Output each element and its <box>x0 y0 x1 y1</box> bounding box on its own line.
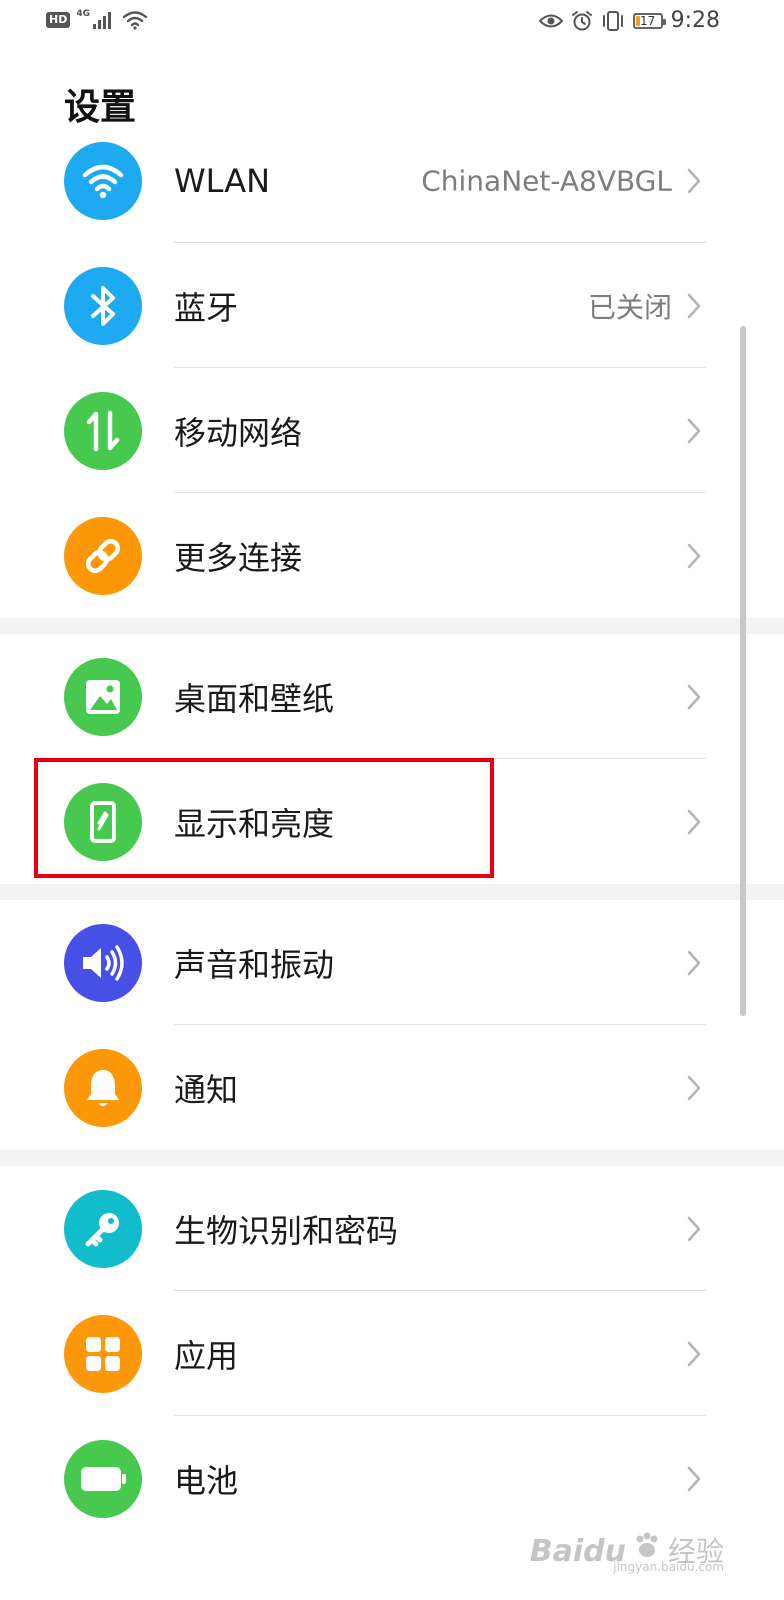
settings-row-label: 生物识别和密码 <box>174 1211 399 1250</box>
group-separator <box>0 1150 784 1166</box>
chevron-right-icon <box>686 949 702 981</box>
settings-row-display[interactable]: 显示和亮度 <box>0 759 784 884</box>
eye-comfort-icon <box>538 14 563 27</box>
apps-icon <box>64 1314 142 1393</box>
wifi-icon <box>64 141 142 220</box>
settings-row-mobile-data[interactable]: 移动网络 <box>0 368 784 493</box>
chevron-right-icon <box>686 1074 702 1106</box>
settings-list: WLAN ChinaNet-A8VBGL 蓝牙 已关闭移动网络更多连接桌面和壁纸显示和… <box>0 118 784 1541</box>
status-left: HD 4G <box>46 9 148 30</box>
watermark-url: jingyan.baidu.com <box>613 1560 724 1574</box>
settings-row-key[interactable]: 生物识别和密码 <box>0 1166 784 1291</box>
group-separator <box>0 884 784 900</box>
key-icon <box>64 1189 142 1268</box>
hd-badge: HD <box>46 12 71 28</box>
paw-icon <box>636 1532 658 1557</box>
settings-row-wallpaper[interactable]: 桌面和壁纸 <box>0 634 784 759</box>
settings-row-label: 蓝牙 <box>174 288 239 327</box>
chevron-right-icon <box>686 808 702 840</box>
watermark: Baidu 经验 jingyan.baidu.com <box>529 1530 724 1574</box>
settings-row-label: 更多连接 <box>174 538 303 577</box>
wallpaper-icon <box>64 657 142 736</box>
settings-row-value: ChinaNet-A8VBGL <box>421 164 672 197</box>
network-type: 4G <box>76 9 90 19</box>
display-icon <box>64 782 142 861</box>
chevron-right-icon <box>686 292 702 324</box>
group-separator <box>0 618 784 634</box>
alarm-icon <box>571 10 592 30</box>
mobile-data-icon <box>64 391 142 470</box>
settings-row-apps[interactable]: 应用 <box>0 1291 784 1416</box>
chevron-right-icon <box>686 542 702 574</box>
status-bar: HD 4G 17 9:28 <box>0 0 784 48</box>
bluetooth-icon <box>64 266 142 345</box>
battery-indicator: 17 <box>632 12 666 29</box>
signal-icon <box>93 12 111 29</box>
settings-row-label: 电池 <box>174 1461 239 1500</box>
chevron-right-icon <box>686 167 702 199</box>
settings-row-label: 声音和振动 <box>174 945 335 984</box>
link-icon <box>64 516 142 595</box>
bell-icon <box>64 1048 142 1127</box>
scrollbar[interactable] <box>740 326 746 1016</box>
settings-row-label: 移动网络 <box>174 413 303 452</box>
sound-icon <box>64 923 142 1002</box>
battery-icon <box>64 1439 142 1518</box>
settings-row-value: 已关闭 <box>587 290 672 324</box>
settings-row-link[interactable]: 更多连接 <box>0 493 784 618</box>
status-right: 17 9:28 <box>538 8 720 33</box>
vibrate-icon <box>602 10 623 31</box>
chevron-right-icon <box>686 1340 702 1372</box>
settings-row-label: 应用 <box>174 1336 239 1375</box>
battery-percent: 17 <box>639 13 656 28</box>
wifi-status-icon <box>122 11 148 30</box>
watermark-brand: Baidu <box>529 1534 626 1569</box>
chevron-right-icon <box>686 1215 702 1247</box>
settings-row-wifi[interactable]: WLAN ChinaNet-A8VBGL <box>0 118 784 243</box>
chevron-right-icon <box>686 683 702 715</box>
settings-row-label: 通知 <box>174 1070 239 1109</box>
settings-row-sound[interactable]: 声音和振动 <box>0 900 784 1025</box>
settings-row-bluetooth[interactable]: 蓝牙 已关闭 <box>0 243 784 368</box>
settings-row-label: 桌面和壁纸 <box>174 679 335 718</box>
clock: 9:28 <box>670 8 720 33</box>
settings-row-label: WLAN <box>174 161 271 200</box>
settings-row-label: 显示和亮度 <box>174 804 335 843</box>
chevron-right-icon <box>686 417 702 449</box>
chevron-right-icon <box>686 1465 702 1497</box>
settings-row-battery[interactable]: 电池 <box>0 1416 784 1541</box>
settings-row-bell[interactable]: 通知 <box>0 1025 784 1150</box>
